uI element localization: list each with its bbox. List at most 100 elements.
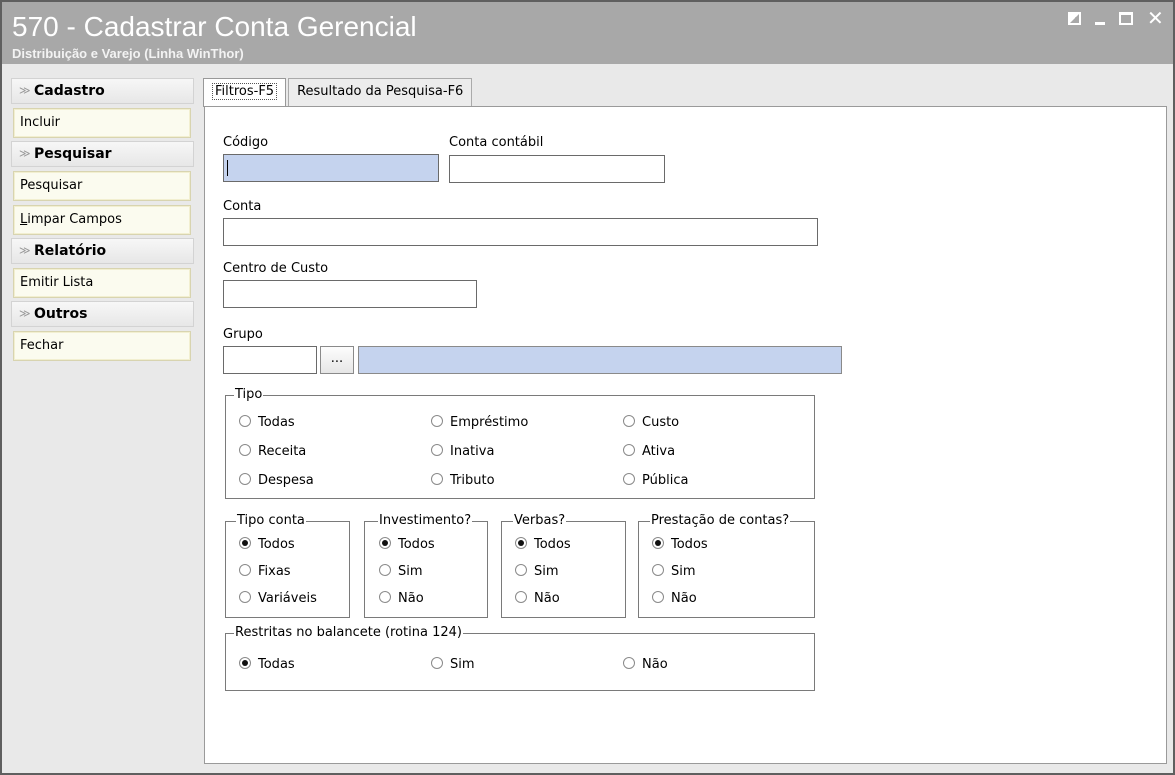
radio-label: Tributo — [450, 473, 495, 488]
title-bar: 570 - Cadastrar Conta Gerencial Distribu… — [2, 2, 1173, 64]
sidebar-group-pesquisar[interactable]: ≫ Pesquisar — [11, 141, 194, 167]
radio-icon — [431, 415, 443, 427]
radio-icon — [431, 657, 443, 669]
tipo-group-title: Tipo — [234, 387, 264, 403]
radio-label: Inativa — [450, 444, 495, 459]
radio-label: Despesa — [258, 473, 314, 488]
tipo-ativa-radio[interactable]: Ativa — [623, 444, 675, 460]
radio-label: Não — [671, 591, 697, 606]
radio-label: Pública — [642, 473, 689, 488]
radio-icon — [623, 473, 635, 485]
radio-label: Sim — [398, 564, 423, 579]
tipo-conta-fixas-radio[interactable]: Fixas — [239, 564, 291, 580]
fechar-button[interactable]: Fechar — [13, 331, 191, 361]
incluir-button[interactable]: Incluir — [13, 108, 191, 138]
tab-resultado[interactable]: Resultado da Pesquisa-F6 — [288, 78, 473, 106]
radio-label: Receita — [258, 444, 307, 459]
sidebar-group-relatorio[interactable]: ≫ Relatório — [11, 238, 194, 264]
radio-icon — [623, 415, 635, 427]
radio-icon — [239, 444, 251, 456]
app-window: 570 - Cadastrar Conta Gerencial Distribu… — [0, 0, 1175, 775]
radio-label: Todos — [398, 537, 435, 552]
window-title: 570 - Cadastrar Conta Gerencial — [12, 11, 417, 42]
restritas-group-title: Restritas no balancete (rotina 124) — [234, 625, 463, 641]
centro-custo-label: Centro de Custo — [223, 261, 329, 276]
radio-label: Todos — [258, 537, 295, 552]
tipo-conta-todos-radio[interactable]: Todos — [239, 537, 295, 553]
tipo-conta-group-title: Tipo conta — [236, 513, 306, 529]
radio-label: Empréstimo — [450, 415, 529, 430]
sidebar-group-cadastro[interactable]: ≫ Cadastro — [11, 78, 194, 104]
restritas-sim-radio[interactable]: Sim — [431, 657, 475, 673]
tipo-receita-radio[interactable]: Receita — [239, 444, 306, 460]
radio-label: Não — [398, 591, 424, 606]
conta-input[interactable] — [223, 218, 818, 246]
pesquisar-button[interactable]: Pesquisar — [13, 171, 191, 201]
sidebar: ≫ Cadastro Incluir ≫ Pesquisar Pesquisar… — [10, 77, 195, 767]
window-subtitle: Distribuição e Varejo (Linha WinThor) — [12, 46, 244, 61]
tipo-group: Tipo Todas Empréstimo Custo Receita Inat… — [225, 387, 815, 499]
sidebar-group-label: Pesquisar — [34, 146, 112, 162]
verbas-todos-radio[interactable]: Todos — [515, 537, 571, 553]
investimento-sim-radio[interactable]: Sim — [379, 564, 423, 580]
radio-label: Não — [642, 657, 668, 672]
grupo-description-fill — [361, 349, 837, 370]
radio-label: Sim — [450, 657, 475, 672]
chevron-double-icon: ≫ — [19, 244, 31, 257]
chevron-double-icon: ≫ — [19, 147, 31, 160]
dock-icon[interactable] — [1068, 12, 1081, 25]
investimento-todos-radio[interactable]: Todos — [379, 537, 435, 553]
grupo-label: Grupo — [223, 327, 263, 342]
emitir-lista-button[interactable]: Emitir Lista — [13, 268, 191, 298]
radio-icon — [239, 591, 251, 603]
radio-icon — [652, 591, 664, 603]
radio-label: Sim — [534, 564, 559, 579]
tipo-despesa-radio[interactable]: Despesa — [239, 473, 314, 489]
tipo-emprestimo-radio[interactable]: Empréstimo — [431, 415, 528, 431]
tipo-publica-radio[interactable]: Pública — [623, 473, 688, 489]
prestacao-nao-radio[interactable]: Não — [652, 591, 697, 607]
radio-label: Fixas — [258, 564, 291, 579]
verbas-nao-radio[interactable]: Não — [515, 591, 560, 607]
sidebar-group-outros[interactable]: ≫ Outros — [11, 301, 194, 327]
minimize-icon[interactable] — [1095, 22, 1105, 25]
window-controls: ✕ — [1068, 8, 1164, 30]
tab-label: Filtros-F5 — [212, 83, 278, 100]
chevron-double-icon: ≫ — [19, 84, 31, 97]
codigo-input[interactable] — [223, 154, 439, 182]
radio-label: Todas — [258, 657, 295, 672]
restritas-todas-radio[interactable]: Todas — [239, 657, 295, 673]
conta-contabil-input[interactable] — [449, 155, 665, 183]
restritas-nao-radio[interactable]: Não — [623, 657, 668, 673]
tipo-conta-variaveis-radio[interactable]: Variáveis — [239, 591, 317, 607]
prestacao-sim-radio[interactable]: Sim — [652, 564, 696, 580]
codigo-label: Código — [223, 135, 269, 150]
radio-icon — [431, 473, 443, 485]
chevron-double-icon: ≫ — [19, 307, 31, 320]
verbas-sim-radio[interactable]: Sim — [515, 564, 559, 580]
conta-label: Conta — [223, 199, 262, 214]
radio-icon — [515, 537, 527, 549]
tipo-tributo-radio[interactable]: Tributo — [431, 473, 495, 489]
radio-label: Não — [534, 591, 560, 606]
tab-filtros[interactable]: Filtros-F5 — [203, 78, 287, 107]
tipo-inativa-radio[interactable]: Inativa — [431, 444, 494, 460]
tipo-custo-radio[interactable]: Custo — [623, 415, 679, 431]
radio-icon — [379, 564, 391, 576]
maximize-icon[interactable] — [1119, 12, 1133, 25]
sidebar-group-label: Cadastro — [34, 83, 105, 99]
radio-icon — [623, 657, 635, 669]
radio-icon — [239, 657, 251, 669]
filter-panel: Código Conta contábil Conta Centro de Cu… — [204, 106, 1167, 764]
investimento-nao-radio[interactable]: Não — [379, 591, 424, 607]
close-icon[interactable]: ✕ — [1147, 8, 1164, 28]
centro-custo-input[interactable] — [223, 280, 477, 308]
limpar-campos-button[interactable]: Limpar Campos — [13, 205, 191, 235]
grupo-lookup-button[interactable]: ... — [320, 346, 354, 374]
grupo-input[interactable] — [223, 346, 317, 374]
prestacao-todos-radio[interactable]: Todos — [652, 537, 708, 553]
investimento-group: Investimento? Todos Sim Não — [364, 513, 488, 618]
radio-label: Todos — [534, 537, 571, 552]
tipo-todas-radio[interactable]: Todas — [239, 415, 295, 431]
prestacao-group: Prestação de contas? Todos Sim Não — [638, 513, 815, 618]
